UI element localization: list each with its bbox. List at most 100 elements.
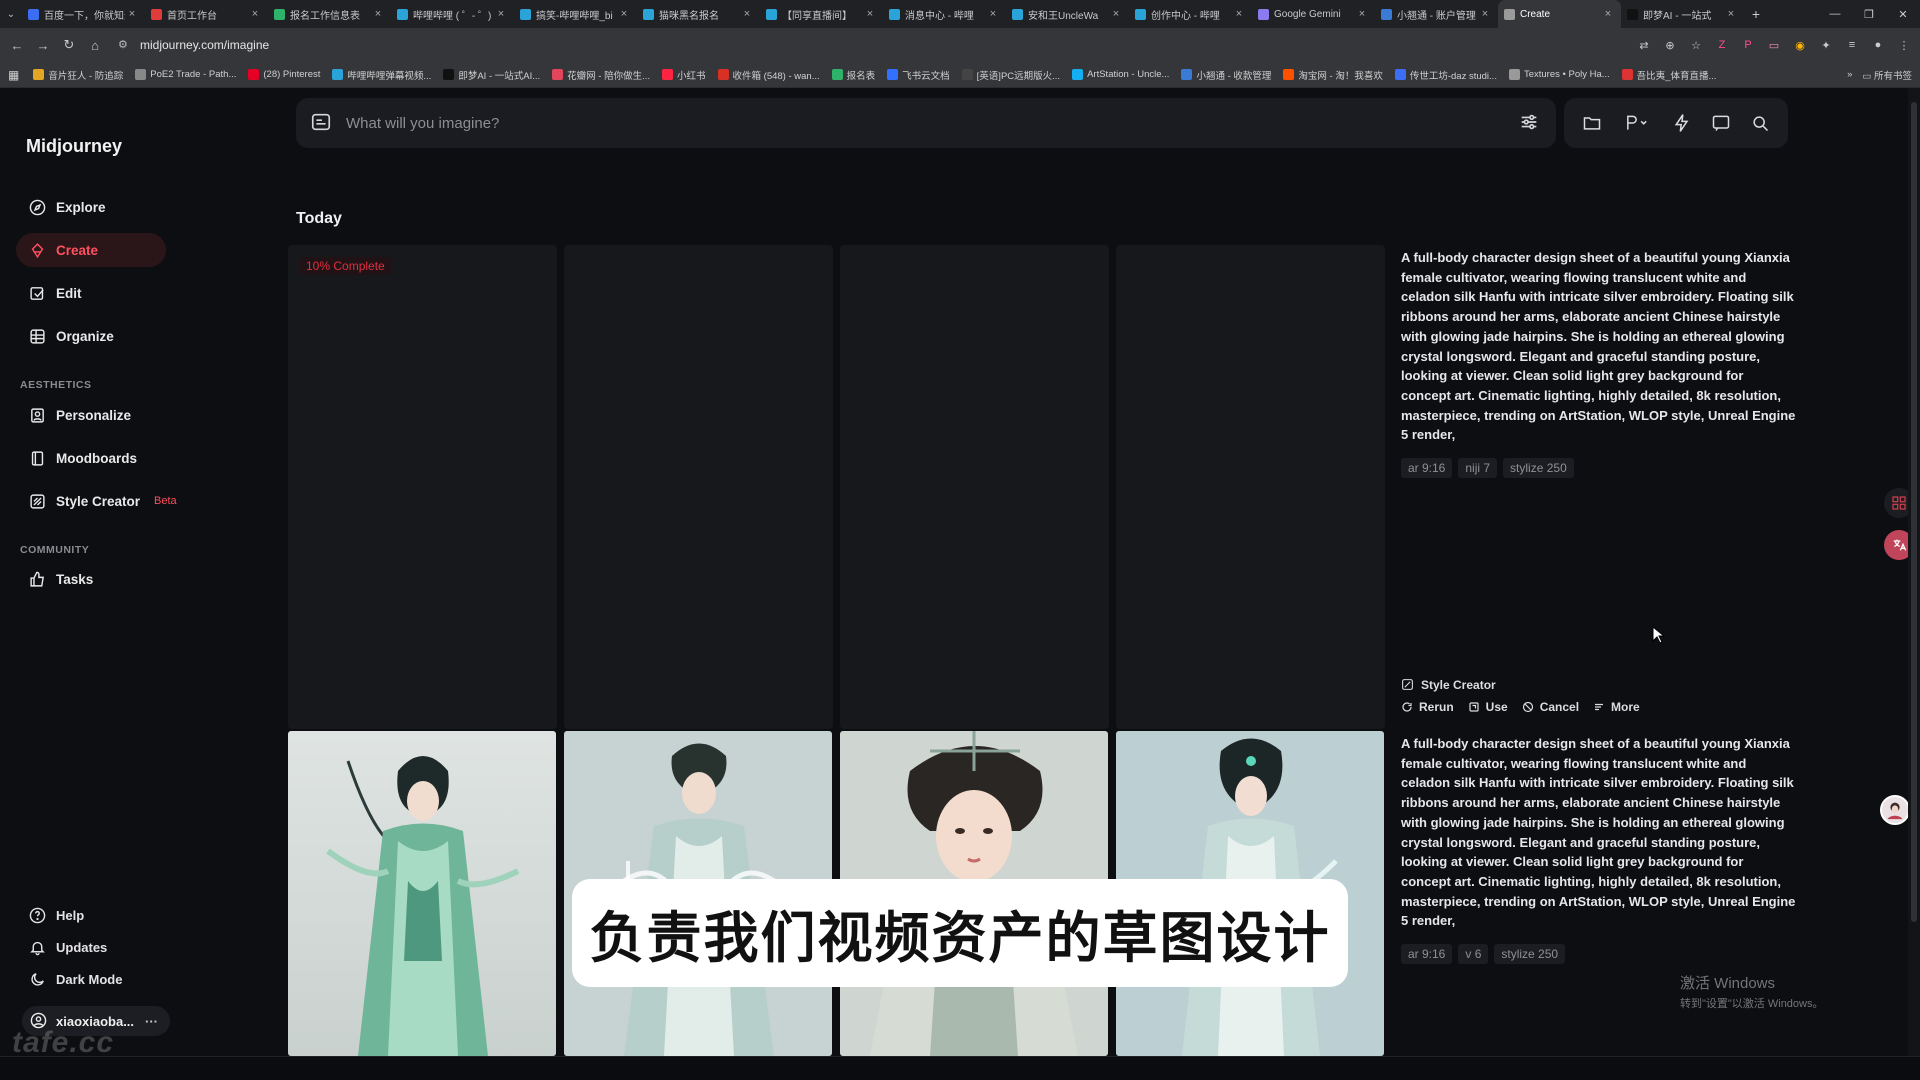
bookmark-item[interactable]: PoE2 Trade - Path... (135, 69, 236, 80)
browser-tab[interactable]: 百度一下，你就知道 × (22, 0, 145, 28)
browser-tab[interactable]: 消息中心 - 哔哩 × (883, 0, 1006, 28)
tab-close-icon[interactable]: × (863, 8, 877, 20)
tab-close-icon[interactable]: × (617, 8, 631, 20)
restore-icon[interactable]: ❐ (1852, 0, 1886, 28)
bookmark-item[interactable]: [英语]PC远期版火... (961, 68, 1060, 82)
bookmark-item[interactable]: 小红书 (662, 68, 706, 82)
job-1-prompt[interactable]: A full-body character design sheet of a … (1401, 248, 1796, 445)
url-field[interactable]: ⚙ midjourney.com/imagine (112, 32, 1632, 58)
param-chip[interactable]: ar 9:16 (1401, 458, 1453, 478)
user-more-icon[interactable]: ··· (145, 1014, 158, 1029)
tab-close-icon[interactable]: × (740, 8, 754, 20)
close-window-icon[interactable]: ✕ (1886, 0, 1920, 28)
browser-tab[interactable]: 即梦AI - 一站式 × (1621, 0, 1744, 28)
nav-explore[interactable]: Explore (16, 190, 166, 224)
bookmark-star-icon[interactable]: ☆ (1686, 35, 1706, 55)
browser-tab[interactable]: 猫咪黑名报名 × (637, 0, 760, 28)
browser-tab[interactable]: 报名工作信息表 × (268, 0, 391, 28)
bookmark-item[interactable]: 花瓣网 - 陪你做生... (552, 68, 650, 82)
browser-tab[interactable]: Google Gemini × (1252, 0, 1375, 28)
browser-tab[interactable]: Create × (1498, 0, 1621, 28)
translate-icon[interactable]: ⇄ (1634, 35, 1654, 55)
tab-close-icon[interactable]: × (371, 8, 385, 20)
pending-image-4[interactable] (1116, 245, 1385, 729)
tab-close-icon[interactable]: × (1724, 8, 1738, 20)
extensions-puzzle-icon[interactable]: ✦ (1816, 35, 1836, 55)
forward-icon[interactable]: → (30, 32, 56, 58)
brand-logo[interactable]: Midjourney (26, 136, 122, 157)
bookmark-item[interactable]: 报名表 (831, 68, 875, 82)
bookmark-item[interactable]: 即梦AI - 一站式AI... (443, 68, 540, 82)
apps-grid-icon[interactable]: ▦ (8, 68, 19, 82)
site-info-icon[interactable]: ⚙ (118, 38, 132, 52)
pending-image-2[interactable] (564, 245, 833, 729)
extension-p-icon[interactable]: P (1738, 35, 1758, 55)
browser-tab[interactable]: 首页工作台 × (145, 0, 268, 28)
scrollbar-thumb[interactable] (1911, 102, 1917, 922)
rerun-button[interactable]: Rerun (1401, 700, 1454, 714)
browser-tab[interactable]: 【同享直播间】 × (760, 0, 883, 28)
tab-close-icon[interactable]: × (1232, 8, 1246, 20)
bookmark-item[interactable]: 飞书云文档 (887, 68, 950, 82)
bookmarks-overflow-icon[interactable]: » (1847, 69, 1852, 80)
horizontal-scrollbar[interactable] (0, 1056, 1920, 1080)
folder-icon[interactable] (1578, 109, 1606, 137)
home-icon[interactable]: ⌂ (82, 32, 108, 58)
param-chip[interactable]: ar 9:16 (1401, 944, 1453, 964)
tab-close-icon[interactable]: × (125, 8, 139, 20)
all-bookmarks-folder[interactable]: ▭ 所有书签 (1862, 68, 1912, 82)
tab-close-icon[interactable]: × (494, 8, 508, 20)
bookmark-item[interactable]: 吾比夷_体育直播... (1621, 68, 1716, 82)
reload-icon[interactable]: ↻ (56, 32, 82, 58)
nav-style-creator[interactable]: Style Creator Beta (16, 484, 186, 518)
help-link[interactable]: Help (28, 906, 84, 924)
prompt-input[interactable]: What will you imagine? (346, 115, 1518, 132)
more-button[interactable]: More (1593, 700, 1640, 714)
cancel-button[interactable]: Cancel (1522, 700, 1579, 714)
browser-tab[interactable]: 安和王UncleWa × (1006, 0, 1129, 28)
nav-create[interactable]: Create (16, 233, 166, 267)
extension-z-icon[interactable]: Z (1712, 35, 1732, 55)
minimize-icon[interactable]: — (1818, 0, 1852, 28)
nav-moodboards[interactable]: Moodboards (16, 441, 166, 475)
bookmark-item[interactable]: 小翘通 - 收款管理 (1181, 68, 1271, 82)
chat-icon[interactable] (1707, 109, 1735, 137)
bookmark-item[interactable]: (28) Pinterest (248, 69, 320, 80)
use-button[interactable]: Use (1468, 700, 1508, 714)
profile-avatar-icon[interactable]: ● (1868, 35, 1888, 55)
bookmark-item[interactable]: 哔哩哔哩弹幕视频... (332, 68, 431, 82)
search-icon[interactable] (1746, 109, 1774, 137)
nav-organize[interactable]: Organize (16, 319, 166, 353)
zoom-icon[interactable]: ⊕ (1660, 35, 1680, 55)
tab-close-icon[interactable]: × (1601, 8, 1615, 20)
generated-image-1[interactable] (288, 731, 556, 1056)
dark-mode-toggle[interactable]: Dark Mode (28, 970, 122, 988)
back-icon[interactable]: ← (4, 32, 30, 58)
browser-tab[interactable]: 搞笑-哔哩哔哩_bi × (514, 0, 637, 28)
updates-link[interactable]: Updates (28, 938, 107, 956)
tab-close-icon[interactable]: × (986, 8, 1000, 20)
floating-avatar-icon[interactable] (1880, 795, 1910, 825)
tab-close-icon[interactable]: × (1355, 8, 1369, 20)
pending-image-1[interactable]: 10% Complete (288, 245, 557, 729)
browser-tab[interactable]: 创作中心 - 哔哩 × (1129, 0, 1252, 28)
bookmark-item[interactable]: Textures • Poly Ha... (1508, 69, 1610, 80)
bookmark-item[interactable]: 音片狂人 - 防追踪 (33, 68, 123, 82)
personalize-p-icon[interactable] (1617, 109, 1657, 137)
tab-close-icon[interactable]: × (1109, 8, 1123, 20)
param-chip[interactable]: stylize 250 (1503, 458, 1574, 478)
lightning-icon[interactable] (1668, 109, 1696, 137)
extension-color-icon[interactable]: ◉ (1790, 35, 1810, 55)
pending-image-3[interactable] (840, 245, 1109, 729)
param-chip[interactable]: stylize 250 (1494, 944, 1566, 964)
nav-personalize[interactable]: Personalize (16, 398, 166, 432)
bookmark-item[interactable]: ArtStation - Uncle... (1072, 69, 1169, 80)
settings-sliders-icon[interactable] (1518, 111, 1542, 135)
tab-close-icon[interactable]: × (248, 8, 262, 20)
job-1-source[interactable]: Style Creator (1401, 678, 1496, 692)
bookmark-item[interactable]: 收件箱 (548) - wan... (717, 68, 820, 82)
tab-search-icon[interactable]: ⌄ (0, 0, 22, 28)
param-chip[interactable]: v 6 (1458, 944, 1489, 964)
nav-edit[interactable]: Edit (16, 276, 166, 310)
browser-tab[interactable]: 哔哩哔哩 ( ゜- ゜) × (391, 0, 514, 28)
